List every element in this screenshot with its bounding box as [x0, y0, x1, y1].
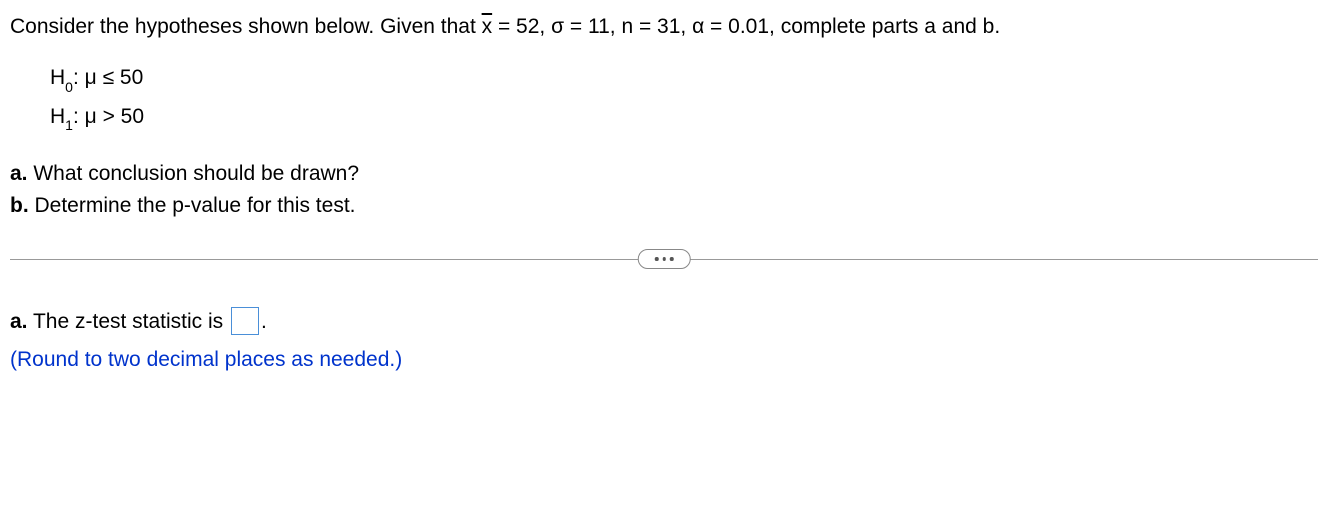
z-statistic-input[interactable]	[231, 307, 259, 335]
intro-values: = 52, σ = 11, n = 31, α = 0.01, complete…	[492, 15, 1000, 38]
alt-hypothesis: H1: μ > 50	[50, 98, 1318, 136]
answer-a-line: a. The z-test statistic is .	[10, 305, 1318, 339]
question-a-text: What conclusion should be drawn?	[28, 162, 360, 185]
intro-prefix: Consider the hypotheses shown below. Giv…	[10, 15, 482, 38]
answer-a-after: .	[261, 310, 267, 333]
problem-intro: Consider the hypotheses shown below. Giv…	[10, 12, 1318, 41]
hypotheses-block: H0: μ ≤ 50 H1: μ > 50	[50, 59, 1318, 136]
answer-block: a. The z-test statistic is . (Round to t…	[10, 305, 1318, 376]
ellipsis-icon	[662, 257, 666, 261]
question-a-label: a.	[10, 162, 28, 185]
section-divider	[10, 249, 1318, 269]
ellipsis-icon	[670, 257, 674, 261]
answer-a-before: The z-test statistic is	[28, 310, 230, 333]
rounding-hint: (Round to two decimal places as needed.)	[10, 343, 1318, 377]
h1-subscript: 1	[65, 117, 73, 133]
h0-body: : μ ≤ 50	[73, 66, 143, 89]
answer-a-label: a.	[10, 310, 28, 333]
questions-block: a. What conclusion should be drawn? b. D…	[10, 158, 1318, 221]
xbar-symbol: x	[482, 15, 493, 38]
question-b-text: Determine the p-value for this test.	[29, 194, 356, 217]
question-a: a. What conclusion should be drawn?	[10, 158, 1318, 190]
ellipsis-icon	[655, 257, 659, 261]
question-b-label: b.	[10, 194, 29, 217]
h0-subscript: 0	[65, 79, 73, 95]
h1-label: H	[50, 105, 65, 128]
null-hypothesis: H0: μ ≤ 50	[50, 59, 1318, 97]
question-b: b. Determine the p-value for this test.	[10, 190, 1318, 222]
h1-body: : μ > 50	[73, 105, 144, 128]
more-button[interactable]	[638, 249, 691, 269]
h0-label: H	[50, 66, 65, 89]
